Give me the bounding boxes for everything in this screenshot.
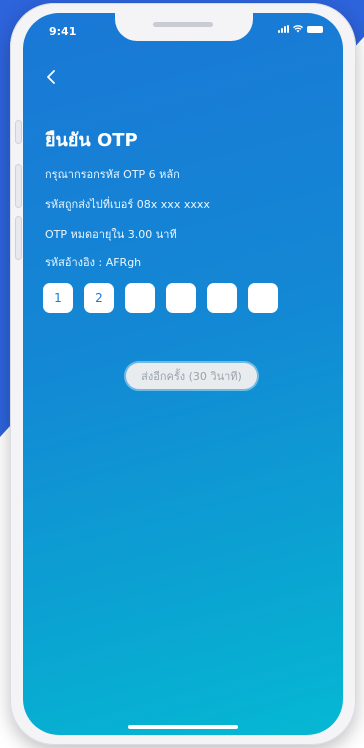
wifi-icon [293,25,303,33]
speaker-grille [153,22,213,27]
page-title: ยืนยัน OTP [45,130,138,151]
chevron-left-icon [47,70,55,84]
battery-icon [307,25,323,33]
otp-sent-to: รหัสถูกส่งไปที่เบอร์ 08x xxx xxxx [45,198,210,211]
otp-reference: รหัสอ้างอิง : AFRgh [45,256,142,269]
phone-side-button [16,217,21,259]
status-icons [278,25,323,33]
phone-frame: 9:41 ยืนยัน OTP กรุณากรอกรหัส OTP 6 หลัก… [10,3,356,745]
otp-digit-input[interactable]: 1 [43,283,73,313]
phone-side-button [16,121,21,143]
otp-digit-input[interactable] [248,283,278,313]
signal-icon [278,25,289,33]
otp-digit-input[interactable] [207,283,237,313]
otp-digit-input[interactable]: 2 [84,283,114,313]
otp-instruction: กรุณากรอกรหัส OTP 6 หลัก [45,168,180,181]
phone-side-button [16,165,21,207]
back-button[interactable] [45,69,67,91]
otp-expiry: OTP หมดอายุใน 3.00 นาที [45,228,177,241]
home-indicator [128,725,238,729]
resend-otp-button[interactable]: ส่งอีกครั้ง (30 วินาที) [126,363,257,389]
phone-notch [115,13,253,41]
otp-input-group: 1 2 [43,283,278,313]
app-screen: 9:41 ยืนยัน OTP กรุณากรอกรหัส OTP 6 หลัก… [23,13,343,735]
otp-digit-input[interactable] [166,283,196,313]
otp-digit-input[interactable] [125,283,155,313]
status-time: 9:41 [49,25,77,38]
